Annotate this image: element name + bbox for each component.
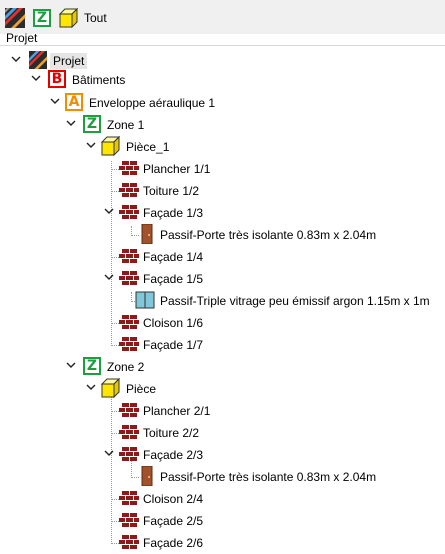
tree-node-label: Cloison 1/6 [143,316,204,330]
project-stripes-icon[interactable] [4,7,26,29]
brick-wall-icon [119,268,139,288]
tree-node-room-1[interactable]: Pièce_1 [0,136,445,158]
tree-node-wall[interactable]: Plancher 1/1 [0,158,445,180]
tree-node-label: Façade 1/5 [143,272,204,286]
tree-node-wall[interactable]: Cloison 2/4 [0,488,445,510]
chevron-down-icon[interactable] [30,72,42,84]
zone-z-icon: Z [82,356,102,376]
tree-node-label: Toiture 2/2 [143,426,200,440]
tree-node-wall[interactable]: Façade 2/3 [0,444,445,466]
chevron-down-icon[interactable] [85,139,97,151]
tree-node-zone-1[interactable]: Z Zone 1 [0,114,445,136]
brick-wall-icon [119,158,139,178]
toolbar: Z Tout [0,0,445,34]
tree-node-label: Toiture 1/2 [143,184,200,198]
brick-wall-icon [119,444,139,464]
chevron-down-icon[interactable] [103,447,115,459]
brick-wall-icon [119,334,139,354]
tree-node-door[interactable]: Passif-Porte très isolante 0.83m x 2.04m [0,466,445,488]
door-icon [137,466,157,486]
brick-wall-icon [119,400,139,420]
brick-wall-icon [119,532,139,552]
chevron-down-icon[interactable] [10,53,22,65]
envelope-a-icon: A [64,92,84,112]
tree-node-label: Façade 1/7 [143,338,204,352]
tree-node-label: Façade 2/3 [143,448,204,462]
project-stripes-icon [28,50,48,70]
tree-node-label: Bâtiments [72,73,126,87]
brick-wall-icon [119,422,139,442]
brick-wall-icon [119,488,139,508]
brick-wall-icon [119,510,139,530]
tree-node-envelope[interactable]: A Enveloppe aéraulique 1 [0,92,445,114]
chevron-down-icon[interactable] [103,205,115,217]
tree-node-label: Plancher 1/1 [143,162,211,176]
tree-node-wall[interactable]: Toiture 2/2 [0,422,445,444]
tree-node-window[interactable]: Passif-Triple vitrage peu émissif argon … [0,290,445,312]
zone-z-icon: Z [82,114,102,134]
tree-node-wall[interactable]: Façade 1/7 [0,334,445,356]
tree-node-label: Projet [50,53,88,69]
tree-node-buildings[interactable]: B Bâtiments [0,69,445,91]
room-cube-icon[interactable] [57,7,79,29]
tree-node-wall[interactable]: Plancher 2/1 [0,400,445,422]
tree-node-wall[interactable]: Façade 2/5 [0,510,445,532]
section-label: Projet [6,31,38,45]
all-label[interactable]: Tout [84,11,107,25]
window-icon [135,290,155,310]
tree-node-wall[interactable]: Toiture 1/2 [0,180,445,202]
tree-node-wall[interactable]: Cloison 1/6 [0,312,445,334]
tree-node-label: Passif-Triple vitrage peu émissif argon … [160,294,430,308]
brick-wall-icon [119,202,139,222]
tree-node-wall[interactable]: Façade 1/5 [0,268,445,290]
building-b-icon: B [47,69,67,89]
zone-z-icon[interactable]: Z [31,7,53,29]
tree-node-label: Façade 2/6 [143,536,204,550]
tree-node-zone-2[interactable]: Z Zone 2 [0,356,445,378]
tree-node-wall[interactable]: Façade 1/3 [0,202,445,224]
tree-node-door[interactable]: Passif-Porte très isolante 0.83m x 2.04m [0,224,445,246]
tree-node-label: Zone 2 [107,360,145,374]
tree-node-label: Façade 1/4 [143,250,204,264]
chevron-down-icon[interactable] [49,95,61,107]
chevron-down-icon[interactable] [85,381,97,393]
tree-node-label: Pièce_1 [126,140,170,154]
tree-node-label: Cloison 2/4 [143,492,204,506]
tree-node-label: Passif-Porte très isolante 0.83m x 2.04m [160,228,377,242]
tree-node-wall[interactable]: Façade 2/6 [0,532,445,554]
tree-node-label: Zone 1 [107,118,145,132]
brick-wall-icon [119,180,139,200]
tree-node-wall[interactable]: Façade 1/4 [0,246,445,268]
tree-node-label: Passif-Porte très isolante 0.83m x 2.04m [160,470,377,484]
tree-node-label: Façade 2/5 [143,514,204,528]
chevron-down-icon[interactable] [65,359,77,371]
tree-node-label: Façade 1/3 [143,206,204,220]
chevron-down-icon[interactable] [103,271,115,283]
room-cube-icon [100,136,120,156]
room-cube-icon [100,378,120,398]
brick-wall-icon [119,312,139,332]
chevron-down-icon[interactable] [65,117,77,129]
tree-node-label: Enveloppe aéraulique 1 [89,96,216,110]
door-icon [137,224,157,244]
tree-node-label: Plancher 2/1 [143,404,211,418]
tree-node-label: Pièce [126,382,157,396]
project-tree: Projet B Bâtiments A Enveloppe aérauliqu… [0,46,445,552]
brick-wall-icon [119,246,139,266]
tree-node-room-2[interactable]: Pièce [0,378,445,400]
